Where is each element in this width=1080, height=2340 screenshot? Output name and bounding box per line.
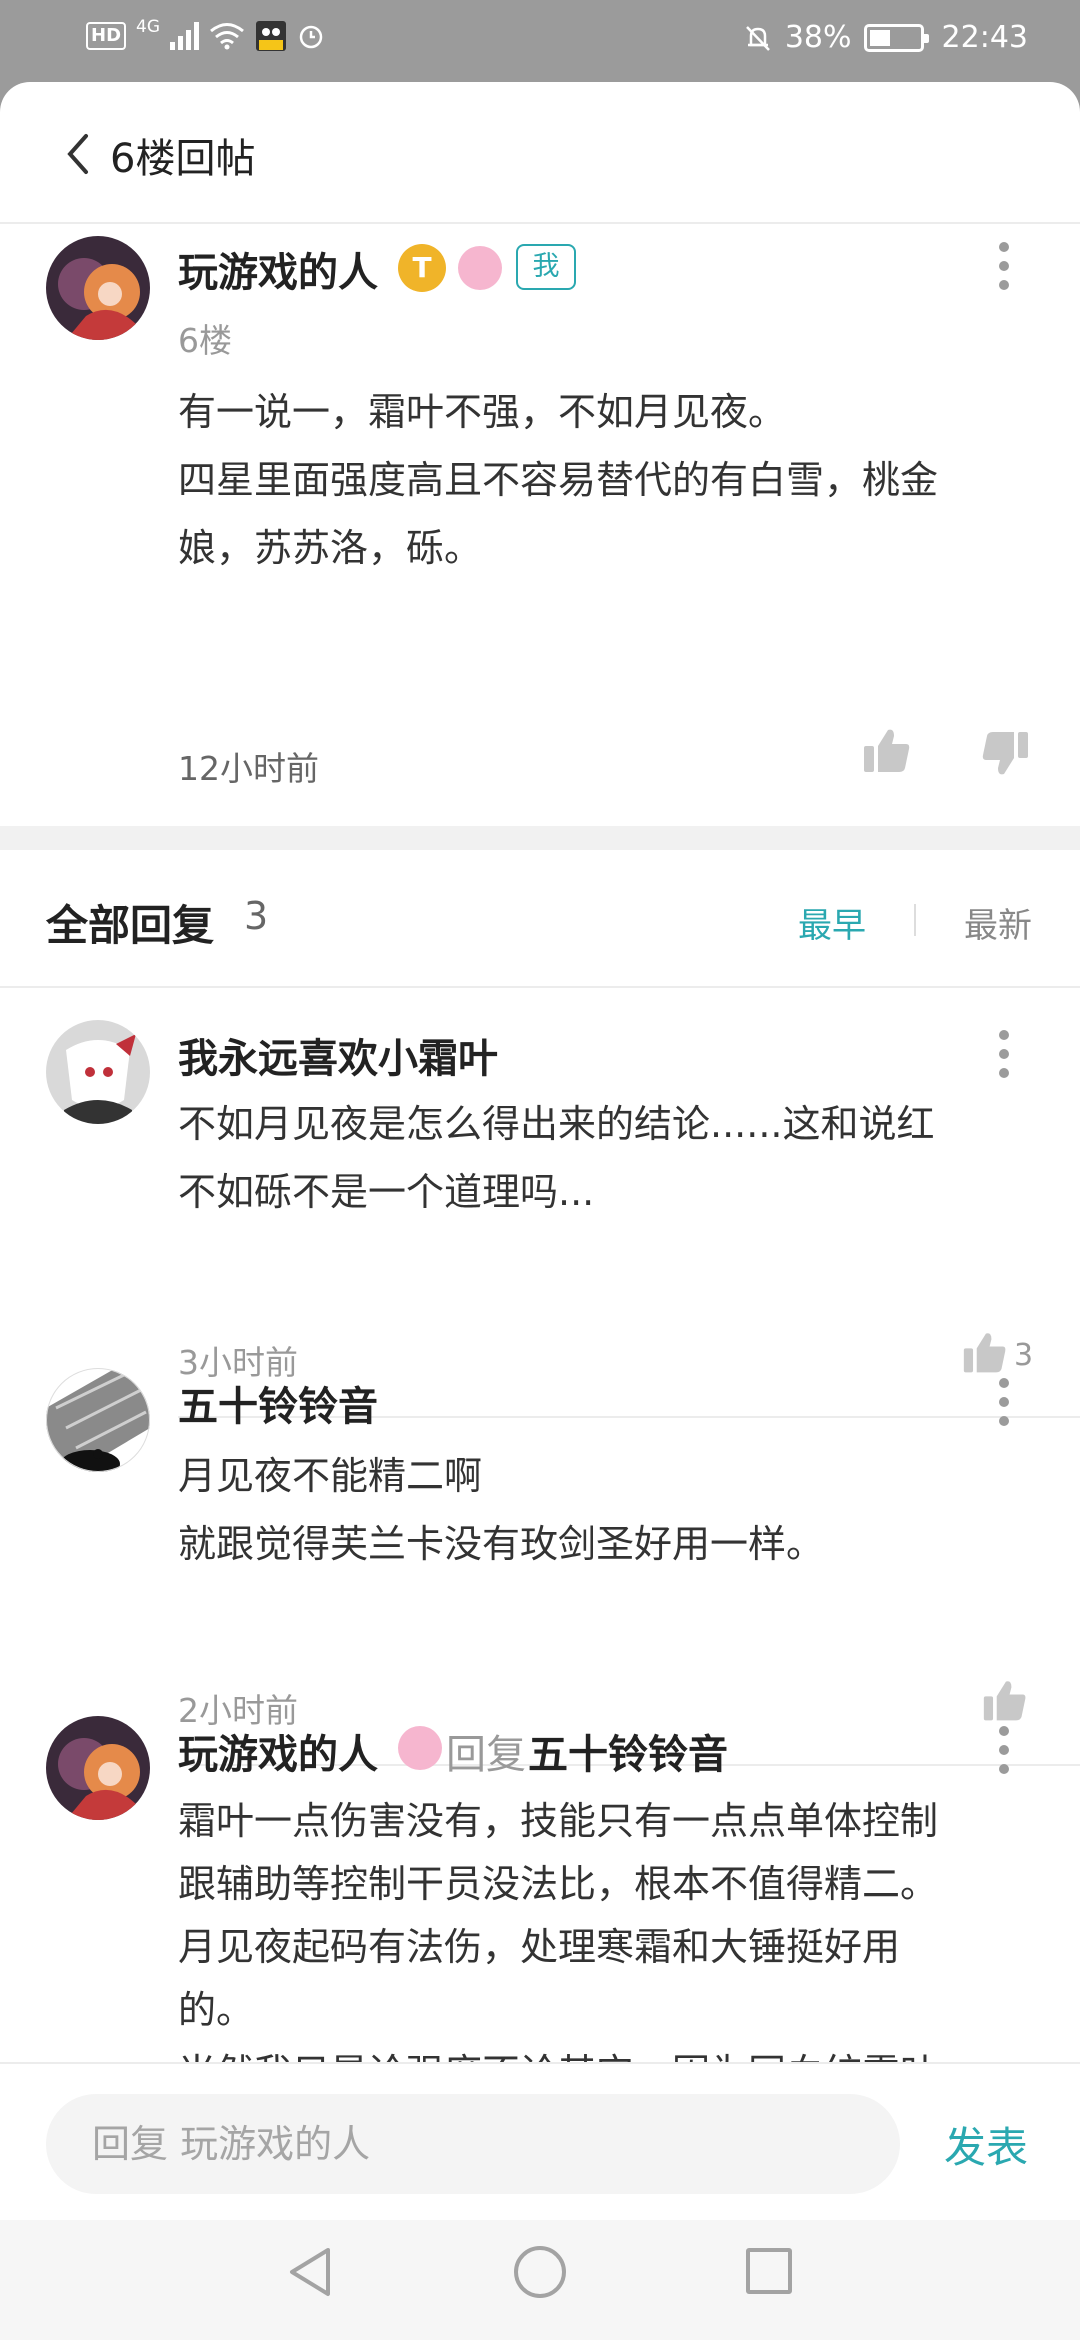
t-level-badge: T — [398, 244, 446, 292]
text-line: 就跟觉得芙兰卡没有玫剑圣好用一样。 — [178, 1522, 825, 1566]
reply-content: 不如月见夜是怎么得出来的结论......这和说红 不如砾不是一个道理吗... — [178, 1090, 1038, 1226]
reply-author[interactable]: 我永远喜欢小霜叶 — [178, 1026, 498, 1084]
floor-label: 6楼 — [178, 321, 232, 360]
more-options-icon[interactable] — [996, 1726, 1012, 1774]
pink-medal-icon — [398, 1726, 442, 1770]
text-line: 的。 — [178, 1988, 255, 2032]
timer-icon — [299, 25, 323, 49]
signal-icon — [170, 22, 200, 50]
reply-to-user[interactable]: 五十铃铃音 — [528, 1722, 728, 1780]
more-options-icon[interactable] — [996, 1030, 1012, 1078]
more-options-icon[interactable] — [996, 242, 1012, 290]
text-line: 月见夜不能精二啊 — [178, 1454, 483, 1498]
nav-home-icon[interactable] — [514, 2246, 566, 2298]
wifi-icon — [210, 23, 244, 50]
sort-divider — [914, 904, 916, 936]
thumbs-up-icon[interactable] — [862, 726, 912, 776]
app-notification-icon — [256, 21, 287, 51]
system-nav-bar — [0, 2220, 1080, 2340]
battery-icon — [863, 23, 929, 52]
post-content: 有一说一，霜叶不强，不如月见夜。 四星里面强度高且不容易替代的有白雪，桃金 娘，… — [178, 378, 1038, 582]
like-count: 3 — [1014, 1338, 1034, 1373]
text-line: 有一说一，霜叶不强，不如月见夜。 — [178, 390, 787, 434]
network-type: 4G — [136, 17, 161, 37]
text-line: 霜叶一点伤害没有，技能只有一点点单体控制 — [178, 1799, 939, 1843]
post-time: 12小时前 — [178, 749, 319, 788]
text-line: 月见夜起码有法伤，处理寒霜和大锤挺好用 — [178, 1925, 901, 1969]
me-badge: 我 — [516, 244, 576, 290]
hd-icon: HD — [86, 22, 127, 50]
nav-recents-icon[interactable] — [746, 2248, 792, 2294]
sort-earliest-tab[interactable]: 最早 — [798, 898, 866, 947]
reply-author[interactable]: 玩游戏的人 — [178, 1722, 378, 1780]
text-line: 不如月见夜是怎么得出来的结论......这和说红 — [178, 1102, 935, 1146]
thumbs-up-icon[interactable] — [982, 1678, 1028, 1724]
post-author[interactable]: 玩游戏的人 — [178, 240, 378, 298]
status-left: HD 4G — [86, 17, 325, 52]
reply-to-label: 回复 — [446, 1732, 526, 1778]
reply-sheet: 6楼回帖 玩游戏的人 T 我 6楼 有一说一，霜叶不强，不如月见夜。 四星里面强… — [0, 82, 1080, 2232]
page-title: 6楼回帖 — [110, 136, 256, 182]
text-line: 娘，苏苏洛，砾。 — [178, 526, 483, 570]
avatar[interactable] — [46, 1716, 150, 1820]
status-right: 38% 22:43 — [743, 20, 1028, 55]
avatar[interactable] — [46, 1368, 150, 1472]
clock: 22:43 — [941, 20, 1028, 55]
reply-input[interactable] — [46, 2094, 900, 2194]
pink-medal-icon — [458, 246, 502, 290]
send-button[interactable]: 发表 — [944, 2114, 1028, 2175]
sort-newest-tab[interactable]: 最新 — [964, 898, 1032, 947]
thumbs-up-icon[interactable] — [962, 1330, 1008, 1376]
divider — [0, 986, 1080, 988]
thumbs-down-icon[interactable] — [980, 728, 1030, 778]
replies-count: 3 — [244, 894, 269, 938]
text-line: 不如砾不是一个道理吗... — [178, 1170, 595, 1214]
header: 6楼回帖 — [0, 82, 1080, 224]
battery-percent: 38% — [784, 20, 852, 55]
more-options-icon[interactable] — [996, 1378, 1012, 1426]
status-bar: HD 4G 38% 22:43 — [0, 0, 1080, 80]
replies-title: 全部回复 — [46, 901, 215, 950]
reply-content: 月见夜不能精二啊 就跟觉得芙兰卡没有玫剑圣好用一样。 — [178, 1442, 1038, 1578]
reply-composer: 发表 — [0, 2062, 1080, 2220]
reply-content: 霜叶一点伤害没有，技能只有一点点单体控制 跟辅助等控制干员没法比，根本不值得精二… — [178, 1790, 1038, 2105]
reply-author[interactable]: 五十铃铃音 — [178, 1374, 378, 1432]
mute-bell-icon — [745, 25, 770, 51]
text-line: 四星里面强度高且不容易替代的有白雪，桃金 — [178, 458, 939, 502]
avatar[interactable] — [46, 1020, 150, 1124]
section-divider — [0, 826, 1080, 850]
back-arrow-icon[interactable] — [58, 130, 98, 178]
nav-back-icon[interactable] — [284, 2244, 338, 2300]
text-line: 跟辅助等控制干员没法比，根本不值得精二。 — [178, 1862, 939, 1906]
avatar[interactable] — [46, 236, 150, 340]
